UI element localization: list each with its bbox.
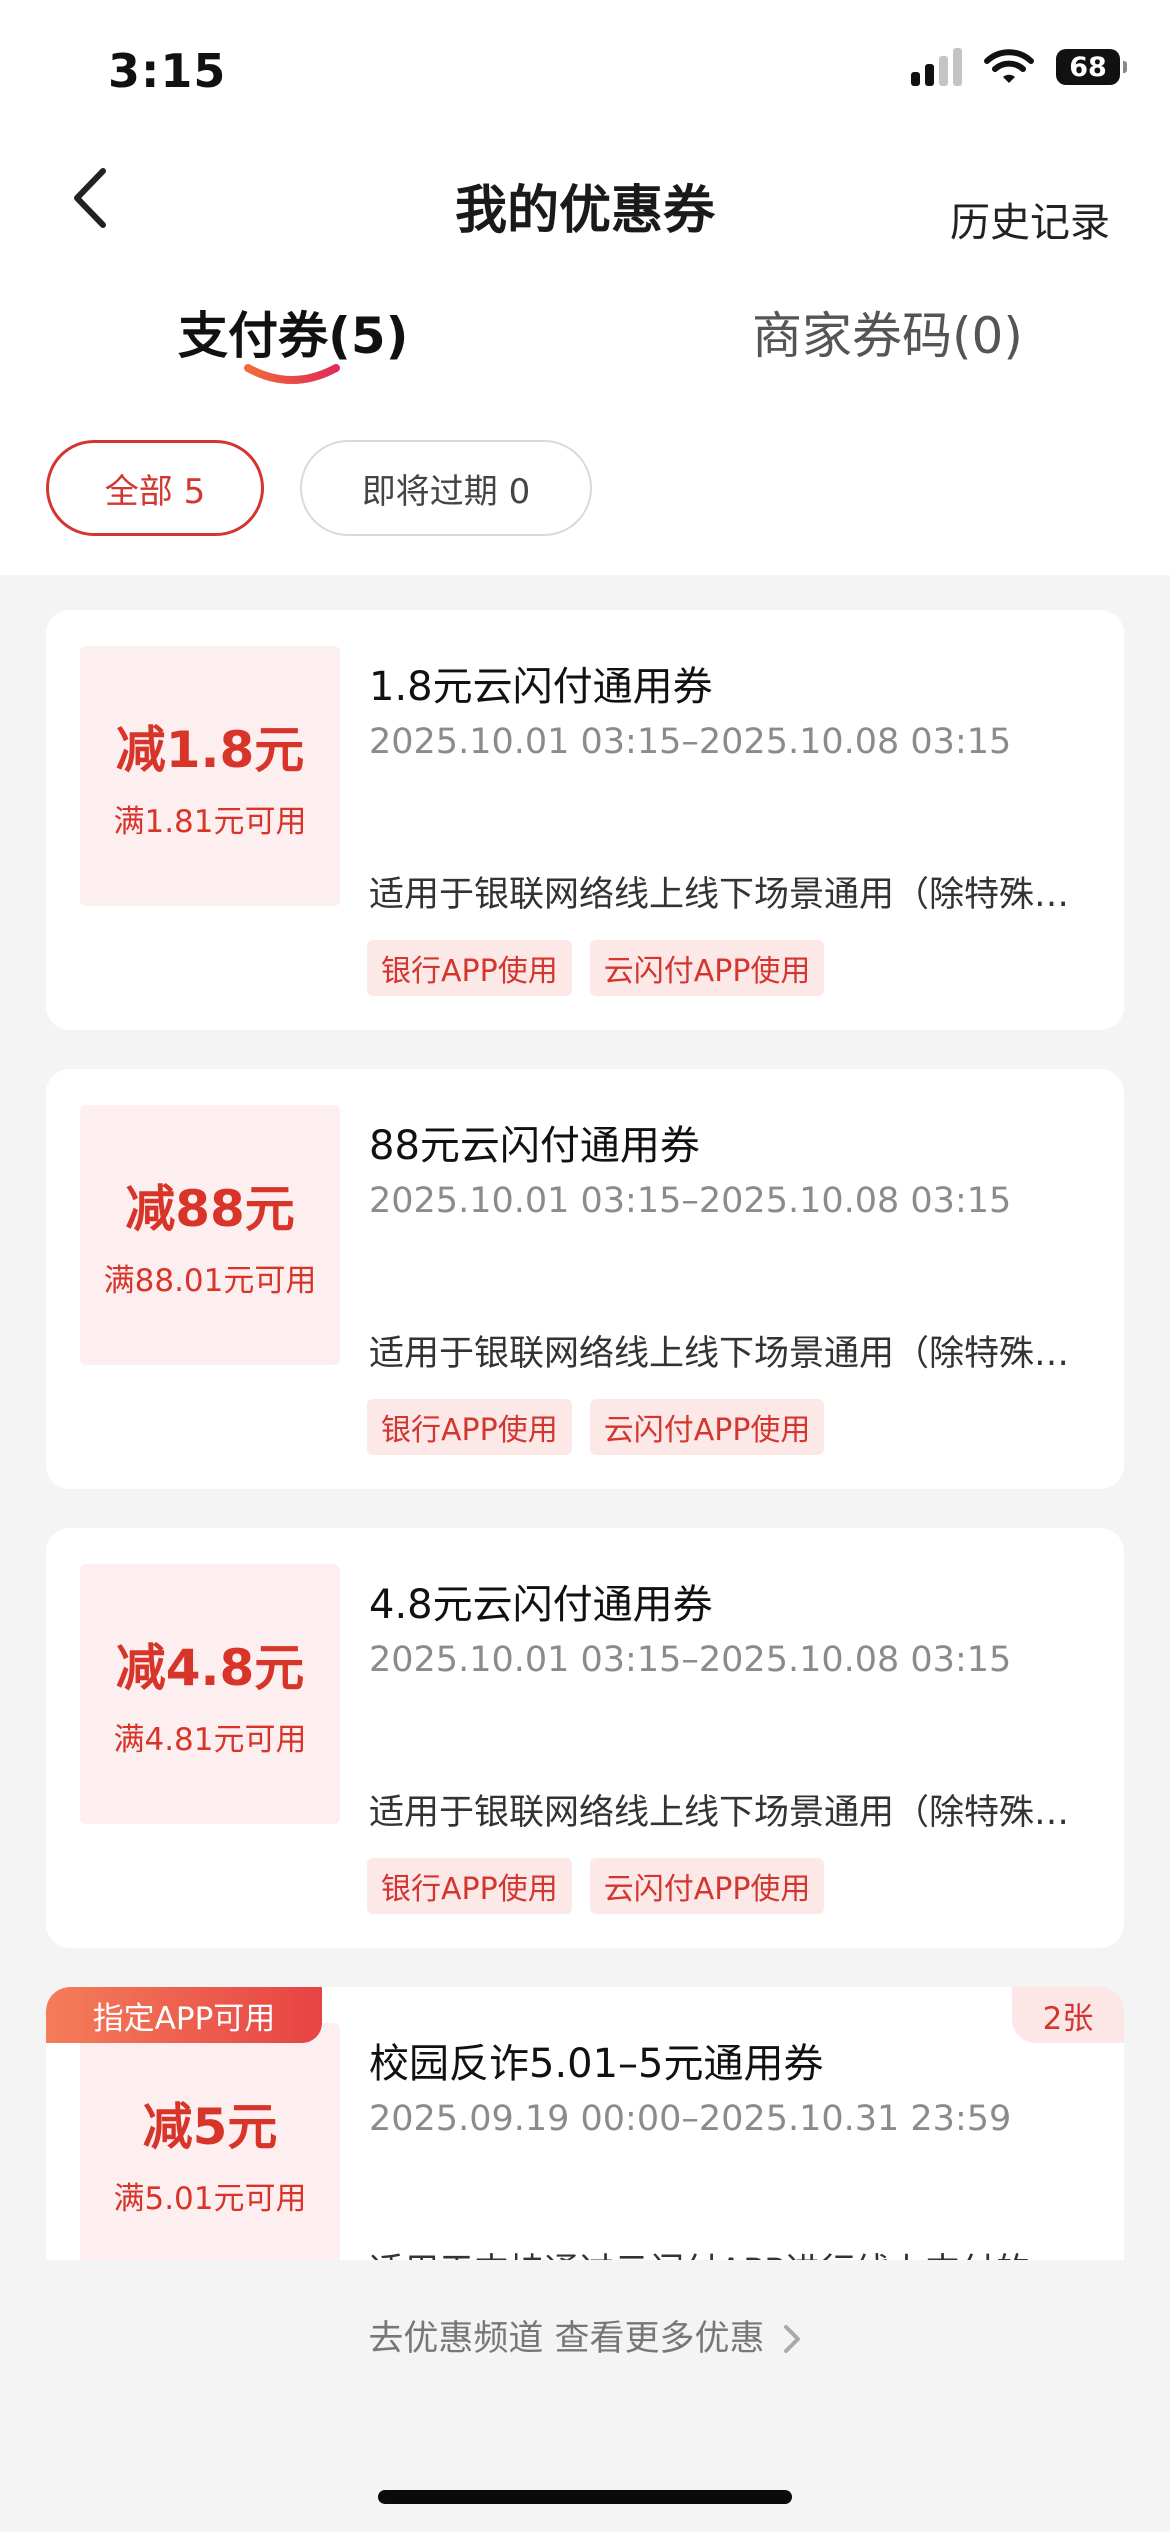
coupon-stub: 减1.8元 满1.81元可用	[80, 646, 340, 906]
battery-icon: 68	[1056, 49, 1127, 85]
status-time: 3:15	[108, 44, 227, 98]
coupon-tag: 银行APP使用	[367, 940, 572, 996]
coupon-title: 1.8元云闪付通用券	[369, 664, 713, 710]
coupon-condition: 满4.81元可用	[113, 1722, 307, 1758]
coupon-period: 2025.10.01 03:15–2025.10.08 03:15	[369, 1181, 1012, 1221]
coupon-amount: 减1.8元	[115, 721, 305, 779]
filter-all[interactable]: 全部 5	[46, 440, 264, 536]
coupon-period: 2025.10.01 03:15–2025.10.08 03:15	[369, 722, 1012, 762]
chevron-right-icon	[783, 2325, 800, 2353]
filter-expiring[interactable]: 即将过期 0	[300, 440, 592, 536]
active-tab-underline	[244, 364, 340, 384]
coupon-tag: 云闪付APP使用	[589, 1858, 825, 1914]
coupon-list: 减1.8元 满1.81元可用 1.8元云闪付通用券 2025.10.01 03:…	[0, 575, 1170, 2260]
coupon-period: 2025.10.01 03:15–2025.10.08 03:15	[369, 1640, 1012, 1680]
coupon-card[interactable]: 减5元 满5.01元可用 指定APP可用 2张 校园反诈5.01–5元通用券 2…	[46, 1987, 1124, 2260]
coupon-tags: 银行APP使用 云闪付APP使用	[367, 1399, 825, 1455]
coupon-condition: 满5.01元可用	[113, 2181, 307, 2217]
tab-payment-coupons[interactable]: 支付券(5)	[178, 296, 409, 368]
coupon-tag: 云闪付APP使用	[589, 1399, 825, 1455]
wifi-icon	[984, 49, 1034, 83]
coupon-condition: 满88.01元可用	[103, 1263, 317, 1299]
home-indicator[interactable]	[378, 2490, 792, 2504]
coupon-amount: 减88元	[125, 1180, 295, 1238]
coupon-tag: 银行APP使用	[367, 1399, 572, 1455]
coupon-title: 4.8元云闪付通用券	[369, 1582, 713, 1628]
coupon-description: 适用于支持通过云闪付APP进行线上支付的…	[369, 2243, 1089, 2260]
coupon-description: 适用于银联网络线上线下场景通用（除特殊…	[369, 875, 1070, 915]
cellular-signal-icon	[911, 48, 962, 86]
coupon-period: 2025.09.19 00:00–2025.10.31 23:59	[369, 2099, 1012, 2139]
coupon-card[interactable]: 减1.8元 满1.81元可用 1.8元云闪付通用券 2025.10.01 03:…	[46, 610, 1124, 1030]
tab-merchant-codes[interactable]: 商家券码(0)	[752, 296, 1023, 368]
coupon-tags: 银行APP使用 云闪付APP使用	[367, 940, 825, 996]
coupon-amount: 减4.8元	[115, 1639, 305, 1697]
status-icons: 68	[911, 48, 1127, 86]
coupon-stub: 减88元 满88.01元可用	[80, 1105, 340, 1365]
history-link[interactable]: 历史记录	[950, 190, 1110, 248]
coupon-count-badge: 2张	[1012, 1987, 1124, 2043]
coupon-stub: 减4.8元 满4.81元可用	[80, 1564, 340, 1824]
coupon-description: 适用于银联网络线上线下场景通用（除特殊…	[369, 1334, 1070, 1374]
coupon-amount: 减5元	[142, 2098, 278, 2156]
more-offers-label: 去优惠频道 查看更多优惠	[368, 2319, 765, 2359]
coupon-tag: 银行APP使用	[367, 1858, 572, 1914]
more-offers-link[interactable]: 去优惠频道 查看更多优惠	[0, 2310, 1170, 2361]
coupon-description: 适用于银联网络线上线下场景通用（除特殊…	[369, 1793, 1070, 1833]
coupon-condition: 满1.81元可用	[113, 804, 307, 840]
coupon-tags: 银行APP使用 云闪付APP使用	[367, 1858, 825, 1914]
designated-app-ribbon: 指定APP可用	[46, 1987, 322, 2043]
coupon-tag: 云闪付APP使用	[589, 940, 825, 996]
coupon-stub: 减5元 满5.01元可用	[80, 2023, 340, 2260]
coupon-title: 88元云闪付通用券	[369, 1123, 700, 1169]
coupon-card[interactable]: 减4.8元 满4.81元可用 4.8元云闪付通用券 2025.10.01 03:…	[46, 1528, 1124, 1948]
coupon-card[interactable]: 减88元 满88.01元可用 88元云闪付通用券 2025.10.01 03:1…	[46, 1069, 1124, 1489]
coupon-title: 校园反诈5.01–5元通用券	[369, 2041, 824, 2087]
